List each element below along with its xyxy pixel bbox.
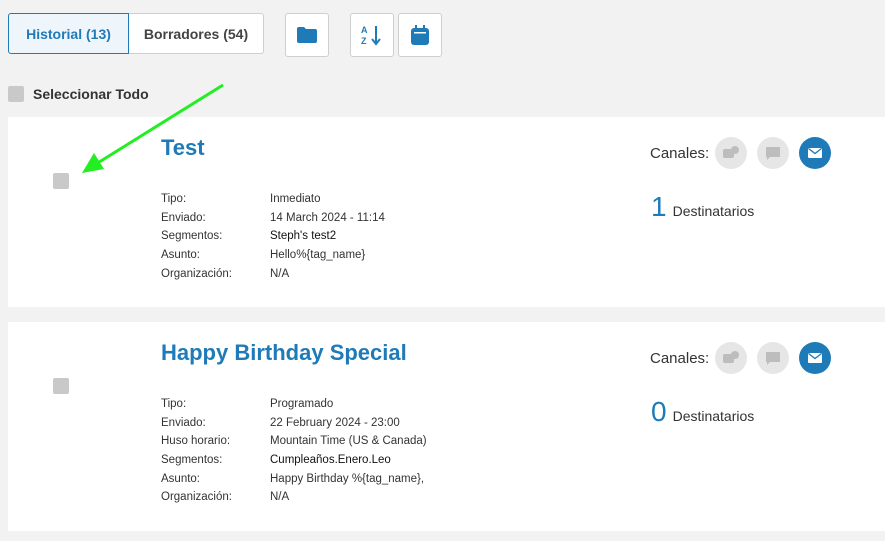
annotation-arrow	[82, 83, 224, 173]
